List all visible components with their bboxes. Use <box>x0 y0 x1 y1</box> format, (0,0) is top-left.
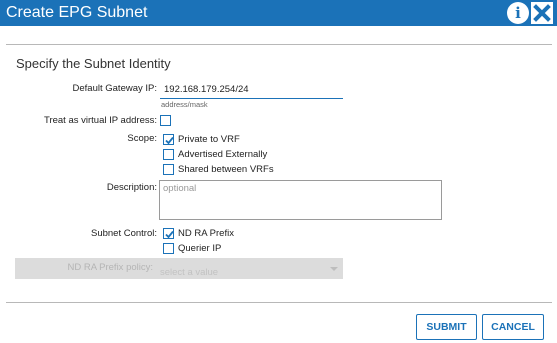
info-icon: i <box>515 4 521 22</box>
querier-ip-label: Querier IP <box>178 243 222 254</box>
virtual-ip-checkbox[interactable] <box>160 115 171 126</box>
dialog-titlebar: Create EPG Subnet i <box>0 0 557 26</box>
scope-advertised-label: Advertised Externally <box>178 149 268 160</box>
checkmark-icon <box>165 136 174 145</box>
scope-private-checkbox[interactable] <box>163 134 174 145</box>
scope-advertised-checkbox[interactable] <box>163 149 174 160</box>
querier-ip-checkbox[interactable] <box>163 243 174 254</box>
footer-divider <box>6 302 552 303</box>
nd-ra-policy-placeholder: select a value <box>160 267 219 278</box>
scope-label: Scope: <box>127 133 157 144</box>
cancel-button[interactable]: CANCEL <box>482 314 544 340</box>
gateway-ip-input[interactable]: 192.168.179.254/24 <box>160 80 343 99</box>
gateway-ip-value: 192.168.179.254/24 <box>164 84 249 95</box>
virtual-ip-label: Treat as virtual IP address: <box>44 115 157 126</box>
nd-ra-prefix-label: ND RA Prefix <box>178 228 234 239</box>
scope-shared-label: Shared between VRFs <box>178 164 274 175</box>
nd-ra-policy-label: ND RA Prefix policy: <box>67 262 153 273</box>
section-title: Specify the Subnet Identity <box>16 56 171 71</box>
dialog-title: Create EPG Subnet <box>6 4 148 21</box>
submit-button[interactable]: SUBMIT <box>416 314 477 340</box>
nd-ra-policy-select: select a value <box>160 262 340 278</box>
gateway-label: Default Gateway IP: <box>72 83 157 94</box>
description-textarea[interactable]: optional <box>159 180 442 220</box>
nd-ra-policy-row: ND RA Prefix policy: select a value <box>15 258 343 279</box>
subnet-control-label: Subnet Control: <box>90 228 157 239</box>
gateway-hint: address/mask <box>161 100 208 109</box>
info-button[interactable]: i <box>507 2 529 24</box>
description-label: Description: <box>106 182 157 193</box>
scope-shared-checkbox[interactable] <box>163 164 174 175</box>
scope-private-label: Private to VRF <box>178 134 240 145</box>
chevron-down-icon <box>330 267 338 271</box>
header-divider <box>6 44 552 45</box>
close-icon <box>533 4 551 22</box>
nd-ra-prefix-checkbox[interactable] <box>163 228 174 239</box>
checkmark-icon <box>165 230 174 239</box>
description-placeholder: optional <box>163 183 197 194</box>
close-button[interactable] <box>531 2 553 24</box>
